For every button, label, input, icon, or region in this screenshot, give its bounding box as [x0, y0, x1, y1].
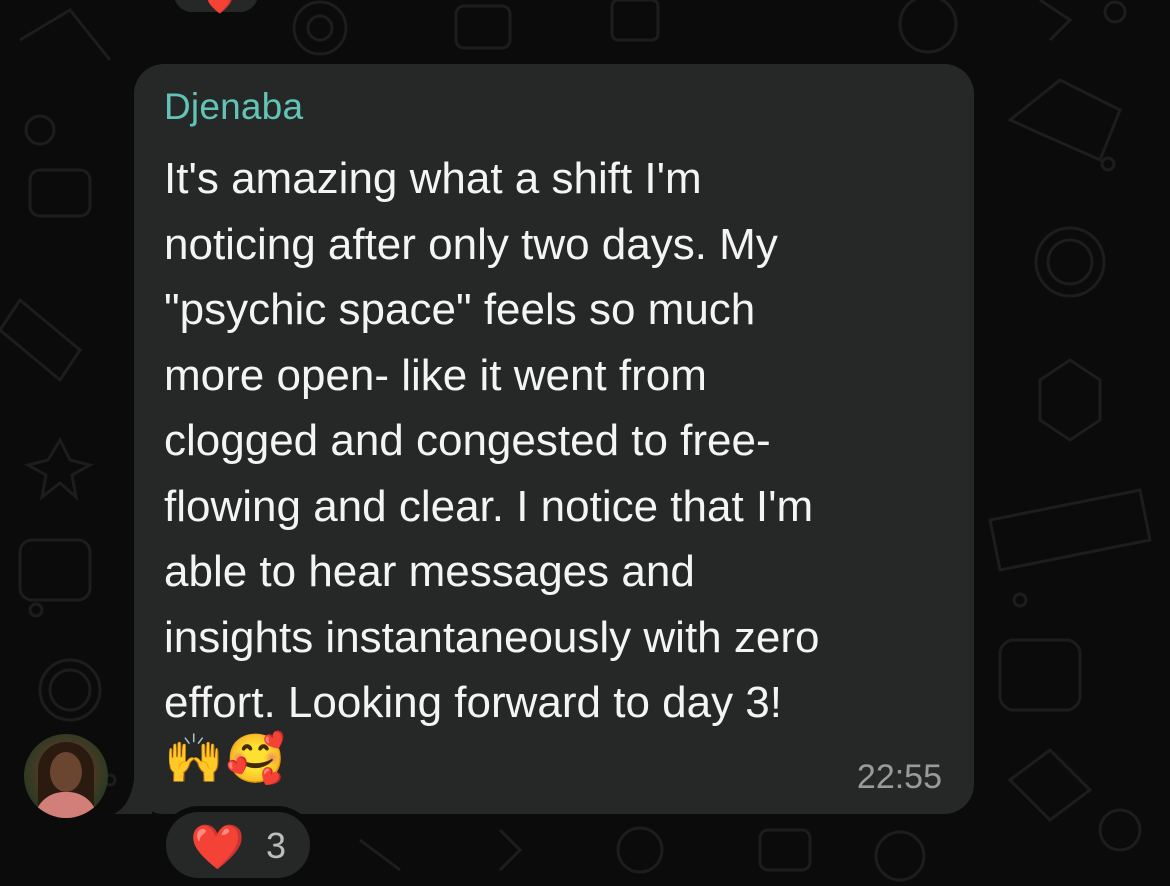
message-text: It's amazing what a shift I'm noticing a…: [164, 154, 820, 727]
heart-icon: ❤️: [206, 0, 234, 15]
previous-message-reaction[interactable]: ❤️: [168, 0, 264, 18]
message-timestamp: 22:55: [856, 758, 942, 796]
message-emojis: 🙌🥰: [164, 733, 288, 786]
reaction-pill[interactable]: ❤️ 3: [160, 806, 316, 884]
message-bubble[interactable]: Djenaba It's amazing what a shift I'm no…: [134, 64, 974, 814]
reaction-count: 3: [266, 825, 287, 866]
sender-name[interactable]: Djenaba: [164, 86, 303, 128]
avatar-face: [50, 752, 82, 792]
sender-avatar[interactable]: [24, 734, 108, 818]
heart-icon: ❤️: [190, 823, 245, 872]
